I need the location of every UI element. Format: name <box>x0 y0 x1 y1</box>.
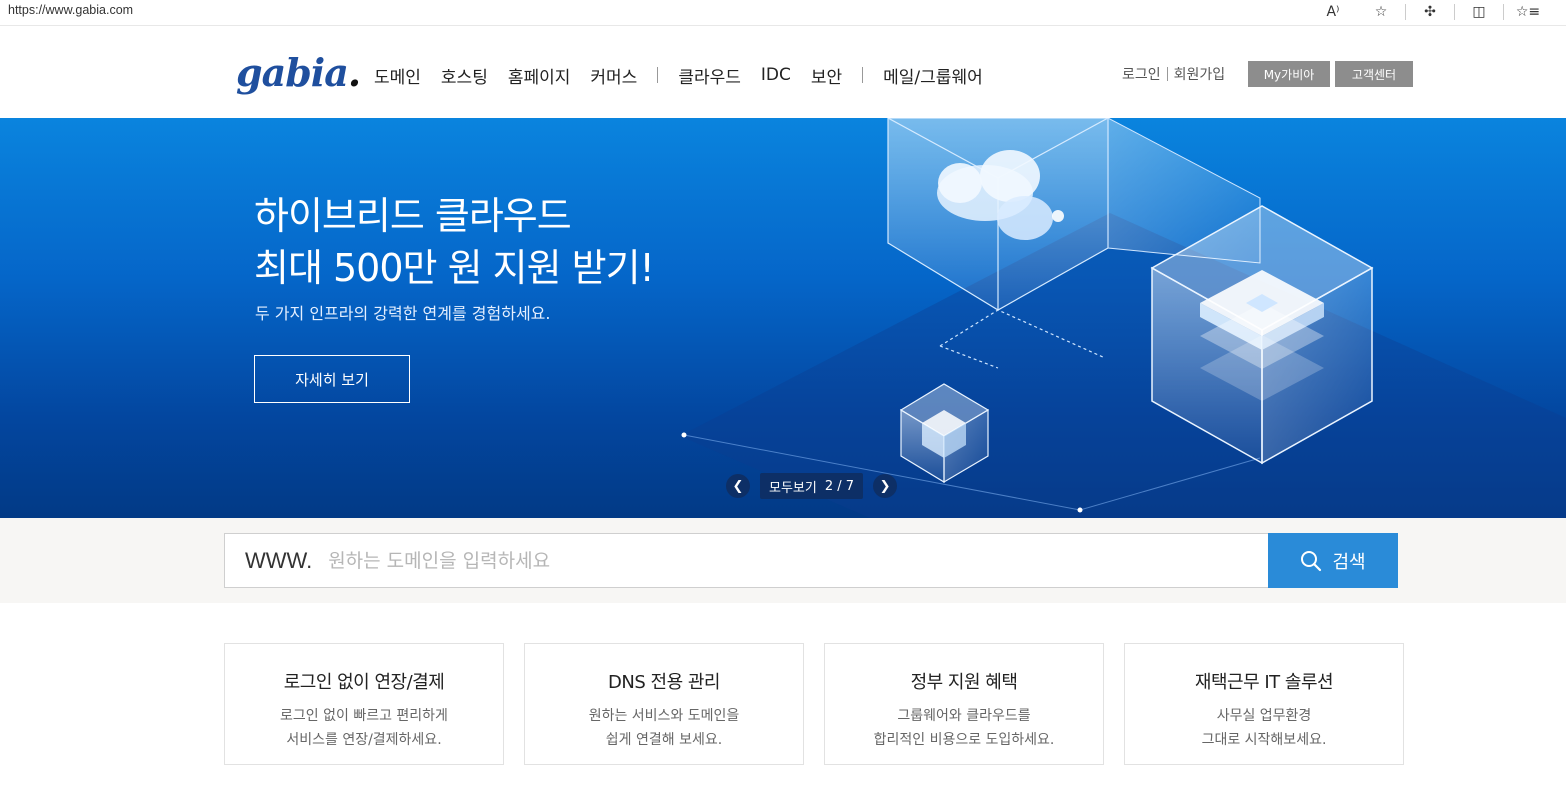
address-bar[interactable]: https://www.gabia.com <box>8 3 133 17</box>
card-renew-without-login[interactable]: 로그인 없이 연장/결제 로그인 없이 빠르고 편리하게 서비스를 연장/결제하… <box>224 643 504 765</box>
view-all-button[interactable]: 모두보기 2 / 7 <box>760 473 864 499</box>
card-description: 원하는 서비스와 도메인을 쉽게 연결해 보세요. <box>588 708 740 748</box>
browser-icons: A⁾ ☆ ✣ ◫ ☆≡ <box>1309 2 1552 22</box>
hero-banner: 하이브리드 클라우드 최대 500만 원 지원 받기! 두 가지 인프라의 강력… <box>0 118 1566 518</box>
search-button[interactable]: 검색 <box>1268 533 1398 588</box>
util-links: 로그인 회원가입 <box>1122 64 1225 84</box>
nav-mail-groupware[interactable]: 메일/그룹웨어 <box>883 63 983 88</box>
favorite-star-icon[interactable]: ☆ <box>1357 2 1405 22</box>
card-dns-management[interactable]: DNS 전용 관리 원하는 서비스와 도메인을 쉽게 연결해 보세요. <box>524 643 804 765</box>
domain-search-input[interactable] <box>328 549 1209 572</box>
domain-search-section: WWW. 검색 <box>0 518 1566 603</box>
www-prefix: WWW. <box>245 547 313 573</box>
card-remote-work-solution[interactable]: 재택근무 IT 솔루션 사무실 업무환경 그대로 시작해보세요. <box>1124 643 1404 765</box>
split-screen-icon[interactable]: ◫ <box>1455 2 1503 22</box>
card-government-support[interactable]: 정부 지원 혜택 그룹웨어와 클라우드를 합리적인 비용으로 도입하세요. <box>824 643 1104 765</box>
card-description: 로그인 없이 빠르고 편리하게 서비스를 연장/결제하세요. <box>280 708 448 748</box>
hybrid-cloud-illustration <box>680 118 1566 518</box>
site-header: gabia. 도메인 호스팅 홈페이지 커머스 클라우드 IDC 보안 메일/그… <box>0 26 1566 118</box>
nav-commerce[interactable]: 커머스 <box>590 63 637 88</box>
browser-toolbar: https://www.gabia.com A⁾ ☆ ✣ ◫ ☆≡ <box>0 0 1566 26</box>
login-link[interactable]: 로그인 <box>1122 64 1161 84</box>
nav-domain[interactable]: 도메인 <box>374 63 421 88</box>
nav-homepage[interactable]: 홈페이지 <box>508 63 571 88</box>
hero-subtitle: 두 가지 인프라의 강력한 연계를 경험하세요. <box>255 304 551 323</box>
read-aloud-icon[interactable]: A⁾ <box>1309 2 1357 22</box>
prev-slide-icon[interactable]: ❮ <box>726 474 750 498</box>
hero-title-line-2: 최대 500만 원 지원 받기! <box>254 246 655 290</box>
nav-hosting[interactable]: 호스팅 <box>441 63 488 88</box>
view-all-label: 모두보기 <box>769 480 817 496</box>
slide-counter: 2 / 7 <box>824 478 855 494</box>
nav-divider <box>657 67 659 83</box>
extensions-icon[interactable]: ✣ <box>1406 2 1454 22</box>
card-title: 정부 지원 혜택 <box>910 672 1018 693</box>
feature-cards: 로그인 없이 연장/결제 로그인 없이 빠르고 편리하게 서비스를 연장/결제하… <box>224 643 1404 765</box>
gabia-logo[interactable]: gabia. <box>236 50 361 95</box>
domain-search-box: WWW. <box>224 533 1269 588</box>
logo-dot: . <box>347 50 361 95</box>
nav-security[interactable]: 보안 <box>811 63 842 88</box>
my-gabia-button[interactable]: My가비아 <box>1248 61 1330 87</box>
nav-divider <box>862 67 864 83</box>
card-description: 그룹웨어와 클라우드를 합리적인 비용으로 도입하세요. <box>873 708 1055 748</box>
search-icon <box>1301 550 1322 571</box>
nav-cloud[interactable]: 클라우드 <box>678 63 741 88</box>
main-nav: 도메인 호스팅 홈페이지 커머스 클라우드 IDC 보안 메일/그룹웨어 <box>374 63 1003 88</box>
util-divider <box>1166 67 1168 81</box>
signup-link[interactable]: 회원가입 <box>1174 64 1226 84</box>
card-description: 사무실 업무환경 그대로 시작해보세요. <box>1201 708 1327 748</box>
card-title: 재택근무 IT 솔루션 <box>1194 672 1334 693</box>
card-title: 로그인 없이 연장/결제 <box>283 672 445 693</box>
banner-pager: ❮ 모두보기 2 / 7 ❯ <box>726 473 898 499</box>
hero-title: 하이브리드 클라우드 최대 500만 원 지원 받기! <box>254 190 655 294</box>
nav-idc[interactable]: IDC <box>761 65 791 85</box>
view-details-button[interactable]: 자세히 보기 <box>254 355 410 403</box>
next-slide-icon[interactable]: ❯ <box>873 474 898 498</box>
logo-text: gabia <box>236 50 349 95</box>
card-title: DNS 전용 관리 <box>608 672 720 693</box>
customer-center-button[interactable]: 고객센터 <box>1335 61 1413 87</box>
hero-title-line-1: 하이브리드 클라우드 <box>254 194 572 238</box>
favorites-list-icon[interactable]: ☆≡ <box>1504 2 1552 22</box>
search-button-label: 검색 <box>1332 551 1366 573</box>
